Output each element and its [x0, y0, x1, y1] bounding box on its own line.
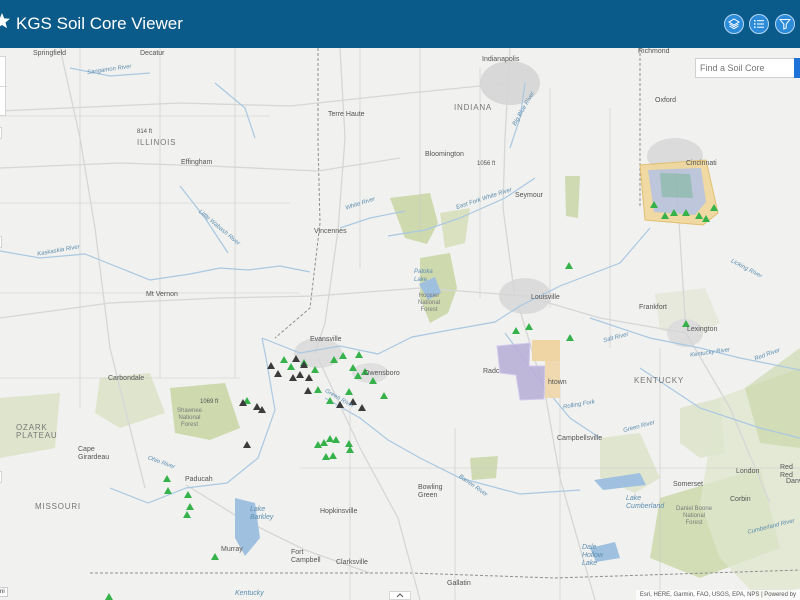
- label-illinois: ILLINOIS: [137, 138, 177, 147]
- label-kentucky: KENTUCKY: [634, 376, 684, 385]
- label-hopkinsville: Hopkinsville: [320, 508, 358, 515]
- zoom-controls[interactable]: [0, 56, 7, 116]
- label-bloomington: Bloomington: [425, 151, 464, 158]
- app-title: KGS Soil Core Viewer: [16, 14, 183, 33]
- label-cape-girardeau: Cape Girardeau: [78, 446, 110, 461]
- label-missouri: MISSOURI: [35, 502, 81, 511]
- layers-icon: [728, 18, 740, 30]
- search-button[interactable]: [794, 58, 800, 78]
- label-kentucky-lake: Kentucky: [235, 590, 264, 597]
- label-carbondale: Carbondale: [108, 375, 145, 382]
- label-ozark-plateau: OZARK PLATEAU: [16, 423, 58, 440]
- search-box[interactable]: [695, 58, 796, 78]
- list-icon: [754, 20, 764, 28]
- label-dale-hollow-lake: Dale Hollow Lake: [582, 544, 604, 567]
- label-lake-barkley: Lake Barkley: [250, 506, 274, 521]
- label-london: London: [736, 468, 760, 475]
- soil-core-viewer-app: KGS Soil Core Viewer Find a Soil Core Sp…: [0, 0, 800, 600]
- filter-icon: [779, 19, 791, 30]
- label-daniel-boone-national-forest: Daniel Boone National Forest: [676, 506, 713, 526]
- label-seymour: Seymour: [515, 192, 544, 199]
- label-bowling-green: Bowling Green: [418, 484, 443, 499]
- label-elevation-1056: 1056 ft: [477, 161, 496, 167]
- label-gallatin: Gallatin: [447, 580, 471, 587]
- label-terre-haute: Terre Haute: [328, 111, 365, 118]
- app-header: KGS Soil Core Viewer: [0, 0, 800, 48]
- label-radcliff-partial: Radc: [483, 368, 500, 375]
- label-paducah: Paducah: [185, 476, 213, 483]
- map-attribution: Esri, HERE, Garmin, FAO, USGS, EPA, NPS …: [635, 590, 800, 600]
- label-vincennes: Vincennes: [314, 228, 347, 235]
- label-decatur: Decatur: [140, 50, 165, 57]
- label-somerset: Somerset: [673, 481, 703, 488]
- label-corbin: Corbin: [730, 496, 751, 503]
- label-effingham: Effingham: [181, 159, 213, 166]
- label-clarksville: Clarksville: [336, 559, 368, 566]
- map-view[interactable]: Springfield Decatur Indianapolis Richmon…: [0, 48, 800, 600]
- label-fort-campbell: Fort Campbell: [291, 549, 321, 564]
- label-elevation-1069: 1069 ft: [200, 399, 219, 405]
- layers-button[interactable]: [724, 14, 744, 34]
- label-elizabethtown-partial: htown: [548, 379, 567, 386]
- label-shawnee-national-forest: Shawnee National Forest: [177, 408, 203, 428]
- label-lexington: Lexington: [687, 326, 718, 333]
- label-elevation-814: 814 ft: [137, 129, 153, 135]
- label-frankfort: Frankfort: [639, 304, 668, 311]
- kgs-logo-icon: [0, 11, 14, 35]
- label-lake-cumberland: Lake Cumberland: [626, 495, 665, 510]
- label-indiana: INDIANA: [454, 103, 493, 112]
- label-hoosier-national-forest: Hoosier National Forest: [418, 293, 441, 313]
- map-tool-tab[interactable]: [0, 236, 2, 248]
- label-oxford: Oxford: [655, 97, 677, 104]
- label-murray: Murray: [221, 546, 243, 553]
- map-tool-tab[interactable]: [0, 127, 2, 139]
- map-tool-tab[interactable]: [0, 471, 2, 483]
- label-danville-partial: Danv: [786, 478, 800, 485]
- label-richmond: Richmond: [638, 48, 670, 55]
- label-mt-vernon: Mt Vernon: [146, 291, 178, 298]
- label-campbellsville: Campbellsville: [557, 435, 603, 442]
- label-cincinnati: Cincinnati: [686, 160, 717, 167]
- label-patoka-lake: Patoka Lake: [414, 269, 433, 283]
- filter-button[interactable]: [775, 14, 795, 34]
- label-springfield: Springfield: [33, 50, 67, 57]
- soil-core-search-input[interactable]: [696, 59, 795, 77]
- label-evansville: Evansville: [310, 336, 342, 343]
- scale-stub: ni: [0, 587, 8, 597]
- chevron-up-icon: [396, 593, 404, 598]
- label-louisville: Louisville: [531, 294, 560, 301]
- bottom-panel-toggle[interactable]: [389, 591, 411, 600]
- label-owensboro: Owensboro: [364, 370, 400, 377]
- label-indianapolis: Indianapolis: [482, 56, 520, 63]
- zoom-divider: [0, 86, 7, 87]
- list-button[interactable]: [749, 14, 769, 34]
